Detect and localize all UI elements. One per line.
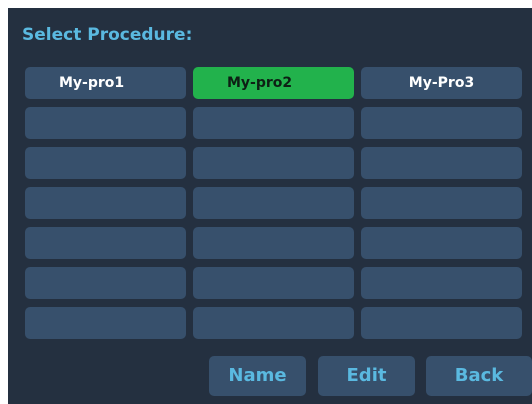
procedure-slot-empty[interactable] xyxy=(193,147,354,179)
edit-button[interactable]: Edit xyxy=(318,356,415,396)
procedure-slot-empty[interactable] xyxy=(193,187,354,219)
procedure-slot-empty[interactable] xyxy=(193,107,354,139)
procedure-slot-empty[interactable] xyxy=(193,307,354,339)
procedure-slot-my-pro1[interactable]: My-pro1 xyxy=(25,67,186,99)
procedure-slot-empty[interactable] xyxy=(193,227,354,259)
page-title: Select Procedure: xyxy=(22,25,193,45)
procedure-slot-empty[interactable] xyxy=(25,267,186,299)
back-button[interactable]: Back xyxy=(426,356,532,396)
procedure-slot-empty[interactable] xyxy=(361,227,522,259)
name-button[interactable]: Name xyxy=(209,356,306,396)
procedure-slot-empty[interactable] xyxy=(25,147,186,179)
procedure-screen: Select Procedure: My-pro1 My-pro2 My-Pro3 … xyxy=(8,8,532,404)
procedure-slot-empty[interactable] xyxy=(25,107,186,139)
procedure-slot-empty[interactable] xyxy=(361,187,522,219)
procedure-slot-empty[interactable] xyxy=(361,147,522,179)
procedure-slot-empty[interactable] xyxy=(25,227,186,259)
procedure-slot-empty[interactable] xyxy=(25,187,186,219)
procedure-slot-my-pro2[interactable]: My-pro2 xyxy=(193,67,354,99)
procedure-slot-my-pro3[interactable]: My-Pro3 xyxy=(361,67,522,99)
procedure-slot-empty[interactable] xyxy=(361,267,522,299)
procedure-slot-empty[interactable] xyxy=(193,267,354,299)
procedure-grid: My-pro1 My-pro2 My-Pro3 xyxy=(25,67,532,339)
procedure-slot-empty[interactable] xyxy=(361,307,522,339)
procedure-slot-empty[interactable] xyxy=(25,307,186,339)
procedure-slot-empty[interactable] xyxy=(361,107,522,139)
